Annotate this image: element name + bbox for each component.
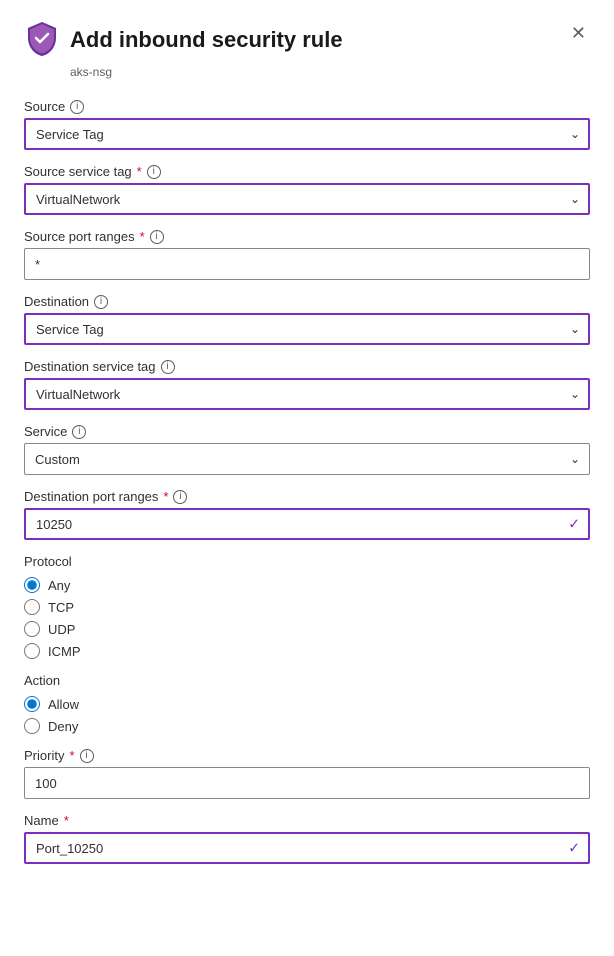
service-group: Service i Custom HTTP HTTPS SSH RDP ⌄ [24,424,590,475]
name-input-wrapper: ✓ [24,832,590,864]
source-port-ranges-input[interactable] [24,248,590,280]
action-allow-label: Allow [48,697,79,712]
service-select-wrapper: Custom HTTP HTTPS SSH RDP ⌄ [24,443,590,475]
source-group: Source i Service Tag Any IP Addresses My… [24,99,590,150]
priority-info-icon[interactable]: i [80,749,94,763]
action-label: Action [24,673,590,688]
name-label: Name * [24,813,590,828]
source-select[interactable]: Service Tag Any IP Addresses My IP addre… [24,118,590,150]
name-required: * [64,813,69,828]
action-deny-label: Deny [48,719,78,734]
panel-title-area: Add inbound security rule [24,20,343,61]
protocol-tcp-radio[interactable] [24,599,40,615]
action-allow-option[interactable]: Allow [24,696,590,712]
action-deny-option[interactable]: Deny [24,718,590,734]
source-port-ranges-label: Source port ranges * i [24,229,590,244]
panel-header: Add inbound security rule ✕ [24,20,590,61]
source-service-tag-label: Source service tag * i [24,164,590,179]
protocol-tcp-label: TCP [48,600,74,615]
protocol-udp-option[interactable]: UDP [24,621,590,637]
action-radio-group: Allow Deny [24,696,590,734]
shield-icon [24,20,60,61]
name-check-icon: ✓ [568,840,580,857]
source-service-tag-select[interactable]: VirtualNetwork Internet AzureLoadBalance… [24,183,590,215]
protocol-udp-radio[interactable] [24,621,40,637]
panel-title: Add inbound security rule [70,27,343,53]
destination-group: Destination i Service Tag Any IP Address… [24,294,590,345]
dest-port-ranges-label: Destination port ranges * i [24,489,590,504]
priority-group: Priority * i [24,748,590,799]
destination-service-tag-select-wrapper: VirtualNetwork Internet AzureLoadBalance… [24,378,590,410]
source-info-icon[interactable]: i [70,100,84,114]
source-service-tag-required: * [137,164,142,179]
source-service-tag-select-wrapper: VirtualNetwork Internet AzureLoadBalance… [24,183,590,215]
protocol-any-radio[interactable] [24,577,40,593]
panel-subtitle: aks-nsg [70,65,590,79]
source-service-tag-group: Source service tag * i VirtualNetwork In… [24,164,590,215]
add-inbound-rule-panel: Add inbound security rule ✕ aks-nsg Sour… [0,0,614,956]
protocol-icmp-option[interactable]: ICMP [24,643,590,659]
source-port-info-icon[interactable]: i [150,230,164,244]
destination-service-tag-select[interactable]: VirtualNetwork Internet AzureLoadBalance… [24,378,590,410]
priority-input[interactable] [24,767,590,799]
name-input[interactable] [24,832,590,864]
source-port-ranges-group: Source port ranges * i [24,229,590,280]
close-button[interactable]: ✕ [567,20,590,46]
protocol-udp-label: UDP [48,622,75,637]
source-port-required: * [140,229,145,244]
dest-port-info-icon[interactable]: i [173,490,187,504]
priority-required: * [69,748,74,763]
source-service-tag-info-icon[interactable]: i [147,165,161,179]
dest-port-input-wrapper: ✓ [24,508,590,540]
destination-info-icon[interactable]: i [94,295,108,309]
dest-port-ranges-group: Destination port ranges * i ✓ [24,489,590,540]
service-label: Service i [24,424,590,439]
source-label: Source i [24,99,590,114]
name-group: Name * ✓ [24,813,590,864]
source-select-wrapper: Service Tag Any IP Addresses My IP addre… [24,118,590,150]
action-group: Action Allow Deny [24,673,590,734]
protocol-any-option[interactable]: Any [24,577,590,593]
protocol-icmp-radio[interactable] [24,643,40,659]
destination-label: Destination i [24,294,590,309]
protocol-any-label: Any [48,578,70,593]
dest-port-required: * [163,489,168,504]
dest-port-ranges-input[interactable] [24,508,590,540]
dest-port-check-icon: ✓ [568,516,580,533]
service-select[interactable]: Custom HTTP HTTPS SSH RDP [24,443,590,475]
destination-service-tag-group: Destination service tag i VirtualNetwork… [24,359,590,410]
action-deny-radio[interactable] [24,718,40,734]
service-info-icon[interactable]: i [72,425,86,439]
destination-service-tag-info-icon[interactable]: i [161,360,175,374]
protocol-group: Protocol Any TCP UDP ICMP [24,554,590,659]
protocol-tcp-option[interactable]: TCP [24,599,590,615]
action-allow-radio[interactable] [24,696,40,712]
destination-service-tag-label: Destination service tag i [24,359,590,374]
protocol-label: Protocol [24,554,590,569]
destination-select[interactable]: Service Tag Any IP Addresses [24,313,590,345]
protocol-icmp-label: ICMP [48,644,81,659]
destination-select-wrapper: Service Tag Any IP Addresses ⌄ [24,313,590,345]
protocol-radio-group: Any TCP UDP ICMP [24,577,590,659]
priority-label: Priority * i [24,748,590,763]
